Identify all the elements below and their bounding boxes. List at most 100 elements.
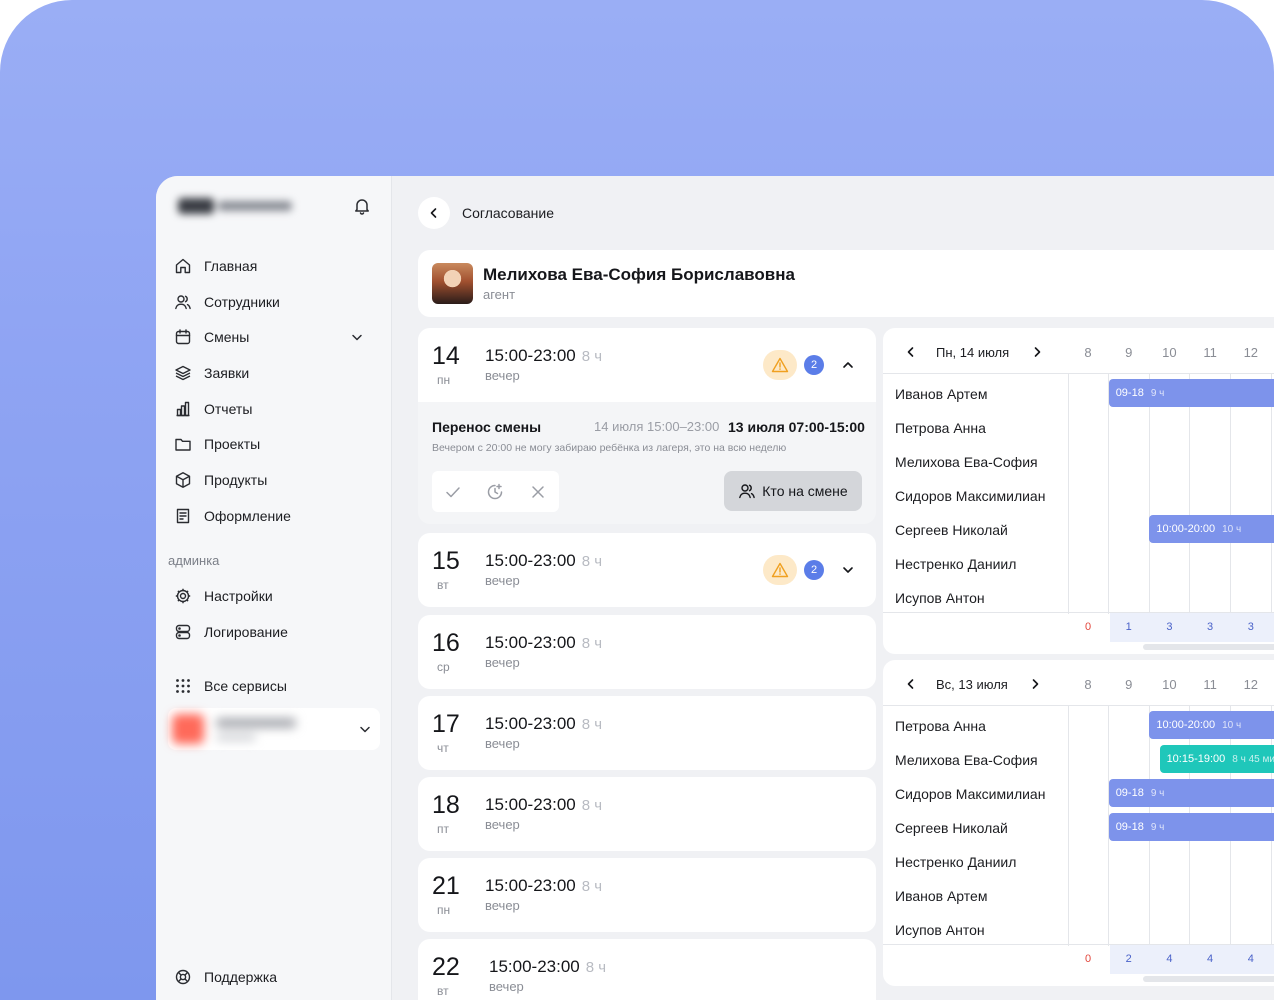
sidebar-item-logging[interactable]: Логирование (174, 614, 374, 650)
chevron-down-icon[interactable] (350, 330, 364, 344)
employee-row-name: Исупов Антон (895, 590, 985, 606)
sidebar-item-label: Заявки (204, 364, 250, 381)
hour-label: 10 (1162, 677, 1177, 692)
document-icon (174, 507, 192, 525)
shift-card[interactable]: 16 ср 15:00-23:00 8 ч вечер (418, 615, 876, 689)
chevron-right-icon[interactable] (1030, 345, 1044, 359)
sidebar-item-products[interactable]: Продукты (174, 462, 374, 498)
employee-row-name: Сидоров Максимилиан (895, 488, 1046, 504)
chevron-right-icon[interactable] (1028, 677, 1042, 691)
hour-label: 11 (1203, 345, 1217, 360)
sidebar-item-label: Продукты (204, 471, 268, 488)
reschedule-clock-icon[interactable] (485, 482, 505, 502)
sidebar-item-label: Проекты (204, 436, 261, 453)
shift-day-number: 22 (432, 953, 460, 981)
sidebar-item-requests[interactable]: Заявки (174, 355, 374, 391)
shift-card[interactable]: 18 пт 15:00-23:00 8 ч вечер (418, 777, 876, 851)
request-note: Вечером с 20:00 не могу забираю ребёнка … (432, 442, 787, 454)
who-on-shift-button[interactable]: Кто на смене (724, 471, 862, 511)
chevron-left-icon (430, 208, 437, 218)
shift-bar[interactable]: 09-18 9 ч (1108, 813, 1274, 841)
shift-card[interactable]: 17 чт 15:00-23:00 8 ч вечер (418, 696, 876, 770)
coverage-count: 0 (1084, 621, 1092, 633)
hour-label: 11 (1203, 677, 1217, 692)
horizontal-scrollbar[interactable] (1143, 976, 1274, 982)
shift-day-number: 15 (432, 547, 460, 575)
sidebar-item-support[interactable]: Поддержка (174, 959, 374, 995)
shift-bar-duration: 9 ч (1150, 387, 1165, 399)
database-icon (174, 623, 192, 641)
sidebar-item-settings[interactable]: Настройки (174, 578, 374, 614)
chevron-down-icon[interactable] (841, 563, 855, 577)
warning-icon[interactable] (763, 555, 797, 585)
shift-bar[interactable]: 09-18 9 ч (1108, 379, 1274, 407)
sidebar: Главная Сотрудники Смены Заявки Отчеты П… (156, 176, 392, 1000)
sidebar-item-reports[interactable]: Отчеты (174, 391, 374, 427)
grid-line (1068, 706, 1069, 946)
chevron-up-icon[interactable] (841, 358, 855, 372)
employee-row-name: Иванов Артем (895, 888, 988, 904)
chevron-left-icon[interactable] (904, 345, 918, 359)
shift-card[interactable]: 22 вт 15:00-23:00 8 ч вечер (418, 939, 876, 1000)
shift-bar[interactable]: 09-18 9 ч (1108, 779, 1274, 807)
notifications-bell-icon[interactable] (352, 196, 372, 216)
shift-bar-duration: 8 ч 45 мин (1232, 753, 1274, 765)
sidebar-item-employees[interactable]: Сотрудники (174, 284, 374, 320)
shift-card[interactable]: 15 вт 15:00-23:00 8 ч вечер 2 (418, 533, 876, 607)
warning-icon[interactable] (763, 350, 797, 380)
chevron-left-icon[interactable] (904, 677, 918, 691)
box-icon (174, 471, 192, 489)
grid-line (1189, 374, 1191, 614)
shift-time: 15:00-23:00 8 ч (489, 957, 607, 976)
gear-icon (174, 587, 192, 605)
hour-label: 8 (1084, 677, 1092, 692)
employee-row-name: Нестренко Даниил (895, 854, 1017, 870)
hour-label: 12 (1243, 345, 1259, 360)
hour-label: 10 (1162, 345, 1177, 360)
employee-row-name: Мелихова Ева-София (895, 752, 1038, 768)
sidebar-item-projects[interactable]: Проекты (174, 426, 374, 462)
shift-label: вечер (485, 655, 520, 670)
coverage-count: 2 (1125, 953, 1132, 965)
request-title: Перенос смены (432, 419, 542, 435)
request-actions (432, 471, 559, 512)
reject-close-icon[interactable] (528, 482, 548, 502)
shift-hours: 8 ч (585, 959, 607, 976)
employee-row-name: Исупов Антон (895, 922, 985, 938)
shift-bar[interactable]: 10:00-20:00 10 ч (1149, 515, 1274, 543)
shift-bar[interactable]: 10:00-20:00 10 ч (1149, 711, 1274, 739)
sidebar-item-shifts[interactable]: Смены (174, 319, 374, 355)
shift-bar-time: 09-18 (1115, 387, 1144, 399)
shift-hours: 8 ч (581, 348, 603, 365)
admin-nav: Настройки Логирование (174, 578, 374, 649)
shift-card[interactable]: 21 пн 15:00-23:00 8 ч вечер (418, 858, 876, 932)
shift-hours: 8 ч (581, 553, 603, 570)
grid-line (1230, 374, 1232, 614)
coverage-count: 4 (1247, 953, 1254, 965)
shift-bar-time: 10:15-19:00 (1166, 753, 1226, 765)
sidebar-item-all-services[interactable]: Все сервисы (174, 668, 374, 704)
sidebar-item-label: Настройки (204, 587, 273, 604)
sidebar-item-design[interactable]: Оформление (174, 498, 374, 534)
horizontal-scrollbar[interactable] (1143, 644, 1274, 650)
shift-bar[interactable]: 10:15-19:00 8 ч 45 мин (1159, 745, 1274, 773)
all-services-link[interactable]: Все сервисы (174, 668, 374, 704)
approve-check-icon[interactable] (443, 482, 463, 502)
coverage-count: 3 (1247, 621, 1254, 633)
organization-switcher[interactable] (168, 708, 380, 750)
coverage-count: 1 (1125, 621, 1132, 633)
shift-day-number: 18 (432, 791, 460, 819)
request-count-badge: 2 (804, 355, 824, 375)
employee-row-name: Петрова Анна (895, 718, 986, 734)
shift-bar-time: 09-18 (1115, 821, 1144, 833)
sidebar-item-home[interactable]: Главная (174, 248, 374, 284)
employee-row-name: Сидоров Максимилиан (895, 786, 1046, 802)
hour-label: 9 (1125, 677, 1133, 692)
hour-label: 12 (1243, 677, 1259, 692)
chevron-down-icon[interactable] (358, 722, 372, 736)
home-icon (174, 257, 192, 275)
support-link[interactable]: Поддержка (174, 959, 374, 995)
back-button[interactable] (418, 197, 450, 229)
grid-line (1108, 374, 1109, 614)
shift-bar-duration: 9 ч (1150, 821, 1165, 833)
